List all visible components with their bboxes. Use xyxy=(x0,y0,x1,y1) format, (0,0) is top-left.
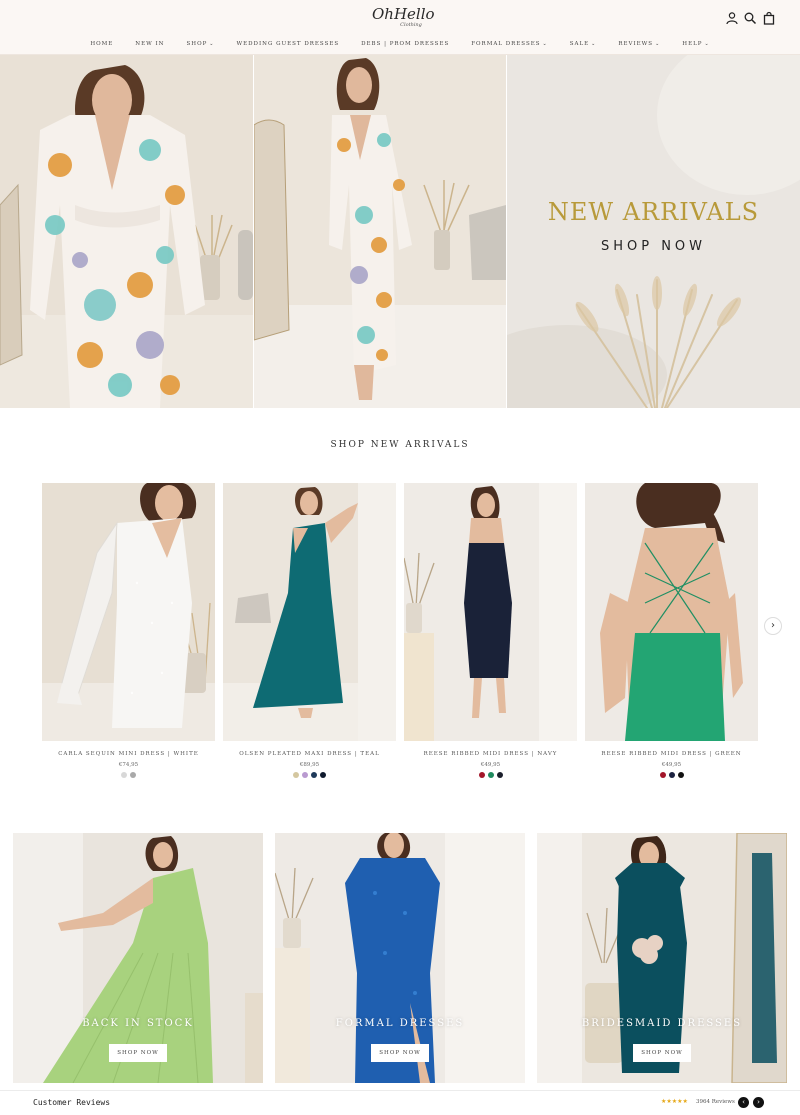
nav-label: WEDDING GUEST DRESSES xyxy=(236,41,340,47)
nav-label: HOME xyxy=(90,41,114,47)
site-header: OhHello Clothing HOME NEW IN SHOP ⌄ WEDDI… xyxy=(0,0,800,55)
swatch-lilac[interactable] xyxy=(302,772,308,778)
chevron-down-icon: ⌄ xyxy=(542,41,548,47)
product-image[interactable] xyxy=(42,483,215,741)
product-card[interactable]: OLSEN PLEATED MAXI DRESS | TEAL €89,95 xyxy=(223,483,396,778)
product-image[interactable] xyxy=(223,483,396,741)
nav-home[interactable]: HOME xyxy=(79,37,124,51)
product-price: €49,95 xyxy=(480,762,501,768)
swatch-black[interactable] xyxy=(677,772,684,778)
nav-label: DEBS | PROM DRESSES xyxy=(361,41,450,47)
category-tile-formal-dresses[interactable]: FORMAL DRESSES SHOP NOW xyxy=(275,833,525,1083)
product-price: €74,95 xyxy=(118,762,139,768)
nav-label: SHOP xyxy=(186,41,208,47)
site-logo[interactable]: OhHello Clothing xyxy=(372,5,435,32)
swatch-green[interactable] xyxy=(487,772,494,778)
product-name[interactable]: REESE RIBBED MIDI DRESS | NAVY xyxy=(404,750,577,758)
nav-reviews[interactable]: REVIEWS ⌄ xyxy=(607,37,671,51)
swatch-navy[interactable] xyxy=(496,772,503,778)
chevron-down-icon: ⌄ xyxy=(209,41,215,47)
logo-wordmark: OhHello xyxy=(372,5,435,23)
search-icon[interactable] xyxy=(743,11,757,25)
swatch-navy[interactable] xyxy=(320,772,326,778)
swatch-beige[interactable] xyxy=(293,772,299,778)
star-rating-icon: ★★★★★ xyxy=(661,1098,688,1105)
color-swatches xyxy=(223,772,396,778)
swatch-grey[interactable] xyxy=(130,772,136,778)
product-card[interactable]: REESE RIBBED MIDI DRESS | GREEN €49,95 xyxy=(585,483,758,778)
main-navigation: HOME NEW IN SHOP ⌄ WEDDING GUEST DRESSES … xyxy=(0,37,800,51)
product-price: €49,95 xyxy=(661,762,682,768)
nav-label: SALE xyxy=(569,41,590,47)
color-swatches xyxy=(585,772,758,778)
hero-shop-now-button[interactable]: SHOP NOW xyxy=(507,239,800,254)
hero-image-middle xyxy=(254,55,506,408)
product-name[interactable]: REESE RIBBED MIDI DRESS | GREEN xyxy=(585,750,758,758)
customer-reviews-bar: Customer Reviews ★★★★★ 3964 Reviews ‹ › xyxy=(0,1090,800,1115)
product-card[interactable]: REESE RIBBED MIDI DRESS | NAVY €49,95 xyxy=(404,483,577,778)
color-swatches xyxy=(42,772,215,778)
nav-wedding-guest[interactable]: WEDDING GUEST DRESSES xyxy=(225,37,350,51)
product-image[interactable] xyxy=(585,483,758,741)
tile-title: BACK IN STOCK xyxy=(82,1018,194,1029)
category-tile-back-in-stock[interactable]: BACK IN STOCK SHOP NOW xyxy=(13,833,263,1083)
reviews-prev-icon[interactable]: ‹ xyxy=(738,1097,749,1108)
swatch-navy[interactable] xyxy=(668,772,675,778)
nav-label: HELP xyxy=(682,41,703,47)
account-icon[interactable] xyxy=(725,11,739,25)
nav-new-in[interactable]: NEW IN xyxy=(124,37,175,51)
category-tile-bridesmaid-dresses[interactable]: BRIDESMAID DRESSES SHOP NOW xyxy=(537,833,787,1083)
nav-debs-prom[interactable]: DEBS | PROM DRESSES xyxy=(350,37,460,51)
swatch-red[interactable] xyxy=(659,772,666,778)
nav-sale[interactable]: SALE ⌄ xyxy=(559,37,608,51)
shop-now-button[interactable]: SHOP NOW xyxy=(371,1044,429,1062)
hero-text: NEW ARRIVALS SHOP NOW xyxy=(507,55,800,408)
chevron-down-icon: ⌄ xyxy=(704,41,710,47)
nav-help[interactable]: HELP ⌄ xyxy=(671,37,720,51)
tile-title: BRIDESMAID DRESSES xyxy=(581,1018,743,1029)
chevron-down-icon: ⌄ xyxy=(591,41,597,47)
nav-formal[interactable]: FORMAL DRESSES ⌄ xyxy=(460,37,558,51)
chevron-down-icon: ⌄ xyxy=(655,41,661,47)
nav-shop[interactable]: SHOP ⌄ xyxy=(176,37,226,51)
nav-label: NEW IN xyxy=(135,41,165,47)
hero-title: NEW ARRIVALS xyxy=(547,198,760,226)
shop-now-button[interactable]: SHOP NOW xyxy=(109,1044,167,1062)
reviews-heading: Customer Reviews xyxy=(33,1098,111,1107)
product-price: €89,95 xyxy=(299,762,320,768)
tile-title: FORMAL DRESSES xyxy=(335,1018,465,1029)
nav-label: FORMAL DRESSES xyxy=(471,41,541,47)
product-image[interactable] xyxy=(404,483,577,741)
nav-label: REVIEWS xyxy=(618,41,654,47)
carousel-next-icon[interactable]: › xyxy=(764,617,782,635)
hero-banner[interactable]: NEW ARRIVALS SHOP NOW xyxy=(0,55,800,408)
new-arrivals-title: SHOP NEW ARRIVALS xyxy=(330,440,470,450)
hero-image-left xyxy=(0,55,253,408)
reviews-count[interactable]: 3964 Reviews xyxy=(696,1099,735,1105)
bag-icon[interactable] xyxy=(762,11,776,25)
shop-now-button[interactable]: SHOP NOW xyxy=(633,1044,691,1062)
product-name[interactable]: CARLA SEQUIN MINI DRESS | WHITE xyxy=(42,750,215,758)
swatch-blue[interactable] xyxy=(311,772,317,778)
swatch-light-grey[interactable] xyxy=(121,772,127,778)
product-name[interactable]: OLSEN PLEATED MAXI DRESS | TEAL xyxy=(223,750,396,758)
reviews-next-icon[interactable]: › xyxy=(753,1097,764,1108)
swatch-red[interactable] xyxy=(478,772,485,778)
product-card[interactable]: CARLA SEQUIN MINI DRESS | WHITE €74,95 xyxy=(42,483,215,778)
color-swatches xyxy=(404,772,577,778)
